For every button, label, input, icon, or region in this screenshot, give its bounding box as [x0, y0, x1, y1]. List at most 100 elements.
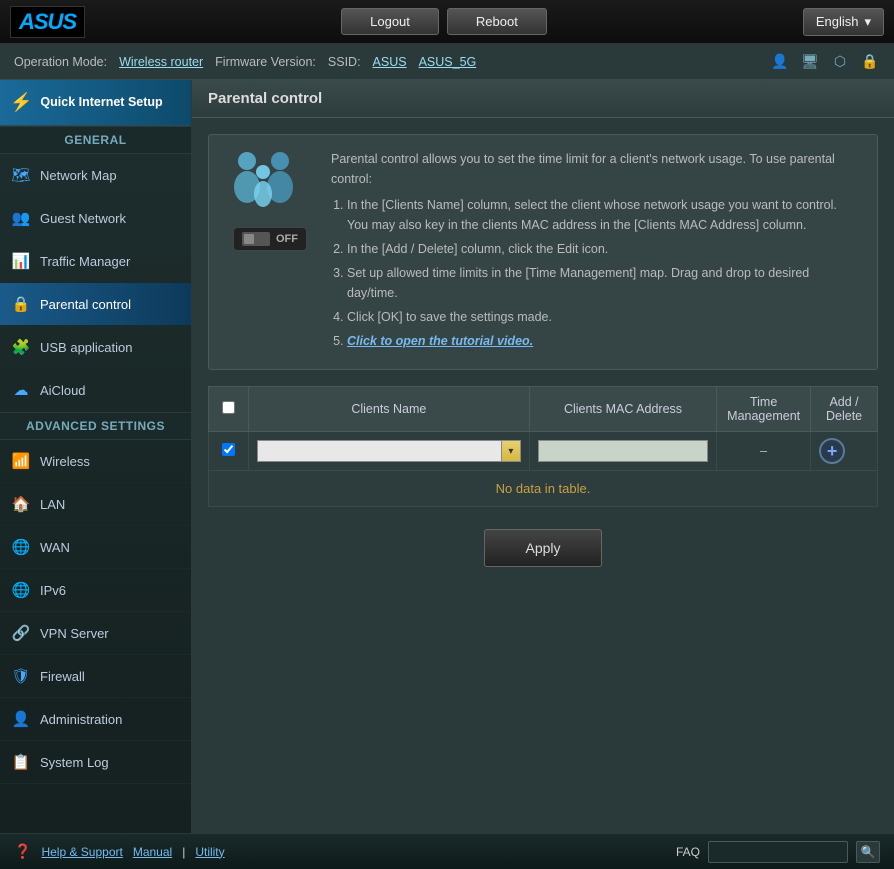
row-mac-cell — [529, 432, 716, 471]
family-svg-icon — [225, 149, 315, 219]
sidebar-item-label: LAN — [40, 497, 65, 512]
sidebar-item-network-map[interactable]: 🗺 Network Map — [0, 154, 191, 197]
content-title: Parental control — [192, 80, 894, 118]
operation-mode-bar: Operation Mode: Wireless router Firmware… — [0, 44, 894, 80]
quick-internet-setup[interactable]: ⚡ Quick Internet Setup — [0, 80, 191, 126]
sidebar-item-administration[interactable]: 👤 Administration — [0, 698, 191, 741]
sidebar-item-aicloud[interactable]: ☁ AiCloud — [0, 369, 191, 412]
sidebar-item-label: System Log — [40, 755, 109, 770]
logout-button[interactable]: Logout — [341, 8, 439, 35]
administration-icon: 👤 — [10, 708, 32, 730]
top-bar: ASUS Logout Reboot English ▾ — [0, 0, 894, 44]
table-no-data-row: No data in table. — [209, 471, 878, 507]
sidebar-item-label: Wireless — [40, 454, 90, 469]
sidebar-item-lan[interactable]: 🏠 LAN — [0, 483, 191, 526]
sidebar-item-wan[interactable]: 🌐 WAN — [0, 526, 191, 569]
chevron-down-icon: ▾ — [864, 14, 871, 30]
col-clients-name: Clients Name — [248, 387, 529, 432]
op-mode-link[interactable]: Wireless router — [119, 55, 203, 69]
tutorial-link[interactable]: Click to open the tutorial video. — [347, 334, 533, 348]
instructions-list: In the [Clients Name] column, select the… — [347, 195, 861, 351]
main-layout: ⚡ Quick Internet Setup General 🗺 Network… — [0, 80, 894, 833]
sidebar-item-label: IPv6 — [40, 583, 66, 598]
sidebar-item-system-log[interactable]: 📋 System Log — [0, 741, 191, 784]
quick-setup-label: Quick Internet Setup — [40, 94, 162, 110]
lock-icon: 🔒 — [860, 52, 880, 72]
sidebar-item-traffic-manager[interactable]: 📊 Traffic Manager — [0, 240, 191, 283]
sidebar: ⚡ Quick Internet Setup General 🗺 Network… — [0, 80, 192, 833]
system-log-icon: 📋 — [10, 751, 32, 773]
ipv6-icon: 🌐 — [10, 579, 32, 601]
content-area: Parental control — [192, 80, 894, 833]
fw-version-prefix: Firmware Version: — [215, 55, 316, 69]
usb-icon: ⬡ — [830, 52, 850, 72]
sidebar-item-guest-network[interactable]: 👥 Guest Network — [0, 197, 191, 240]
client-name-input[interactable] — [257, 440, 501, 462]
client-dropdown-button[interactable]: ▾ — [501, 440, 521, 462]
parental-control-icon: 🔒 — [10, 293, 32, 315]
instruction-3: Set up allowed time limits in the [Time … — [347, 263, 861, 303]
faq-search-input[interactable] — [708, 841, 848, 863]
mac-address-input[interactable] — [538, 440, 708, 462]
language-selector[interactable]: English ▾ — [803, 8, 884, 36]
add-row-button[interactable]: + — [819, 438, 845, 464]
sidebar-item-usb-application[interactable]: 🧩 USB application — [0, 326, 191, 369]
general-section-header: General — [0, 126, 191, 154]
vpn-server-icon: 🔗 — [10, 622, 32, 644]
select-all-checkbox[interactable] — [222, 401, 235, 414]
sidebar-item-label: Administration — [40, 712, 122, 727]
parental-description-box: OFF Parental control allows you to set t… — [208, 134, 878, 370]
no-data-cell: No data in table. — [209, 471, 878, 507]
col-time-management: Time Management — [717, 387, 811, 432]
description-text: Parental control allows you to set the t… — [331, 149, 861, 355]
faq-search-button[interactable]: 🔍 — [856, 841, 880, 863]
sidebar-item-wireless[interactable]: 📶 Wireless — [0, 440, 191, 483]
parental-toggle[interactable]: OFF — [233, 227, 307, 251]
separator: | — [182, 845, 185, 859]
parental-image-area: OFF — [225, 149, 315, 355]
firewall-icon: 🛡 — [10, 665, 32, 687]
row-time-mgmt-cell: – — [717, 432, 811, 471]
asus-logo: ASUS — [10, 6, 85, 38]
sidebar-item-label: USB application — [40, 340, 133, 355]
usb-application-icon: 🧩 — [10, 336, 32, 358]
sidebar-item-vpn-server[interactable]: 🔗 VPN Server — [0, 612, 191, 655]
sidebar-item-firewall[interactable]: 🛡 Firewall — [0, 655, 191, 698]
advanced-section-header: Advanced Settings — [0, 412, 191, 440]
manual-link[interactable]: Manual — [133, 845, 172, 859]
sidebar-item-label: Traffic Manager — [40, 254, 130, 269]
bottom-bar: ❓ Help & Support Manual | Utility FAQ 🔍 — [0, 833, 894, 869]
sidebar-item-label: Guest Network — [40, 211, 126, 226]
table-input-row: ▾ – + — [209, 432, 878, 471]
sidebar-item-label: Network Map — [40, 168, 117, 183]
monitor-icon: 🖥 — [800, 52, 820, 72]
content-inner: OFF Parental control allows you to set t… — [192, 118, 894, 591]
client-dropdown: ▾ — [257, 440, 521, 462]
faq-label: FAQ — [676, 845, 700, 859]
traffic-manager-icon: 📊 — [10, 250, 32, 272]
sidebar-item-parental-control[interactable]: 🔒 Parental control — [0, 283, 191, 326]
instruction-1: In the [Clients Name] column, select the… — [347, 195, 861, 235]
user-icon: 👤 — [770, 52, 790, 72]
ssid-prefix: SSID: — [328, 55, 361, 69]
instruction-2: In the [Add / Delete] column, click the … — [347, 239, 861, 259]
help-support-link[interactable]: Help & Support — [41, 845, 122, 859]
sidebar-item-ipv6[interactable]: 🌐 IPv6 — [0, 569, 191, 612]
ssid1-link[interactable]: ASUS — [373, 55, 407, 69]
row-checkbox[interactable] — [222, 443, 235, 456]
instruction-5: Click to open the tutorial video. — [347, 331, 861, 351]
utility-link[interactable]: Utility — [195, 845, 224, 859]
toggle-label: OFF — [276, 233, 298, 245]
op-bar-icons: 👤 🖥 ⬡ 🔒 — [770, 52, 880, 72]
help-icon: ❓ — [14, 843, 31, 860]
sidebar-item-label: WAN — [40, 540, 70, 555]
row-client-name-cell: ▾ — [248, 432, 529, 471]
reboot-button[interactable]: Reboot — [447, 8, 547, 35]
description-intro: Parental control allows you to set the t… — [331, 149, 861, 189]
aicloud-icon: ☁ — [10, 379, 32, 401]
wireless-icon: 📶 — [10, 450, 32, 472]
table-header-row: Clients Name Clients MAC Address Time Ma… — [209, 387, 878, 432]
ssid2-link[interactable]: ASUS_5G — [419, 55, 477, 69]
apply-button[interactable]: Apply — [484, 529, 601, 567]
quick-setup-icon: ⚡ — [10, 92, 32, 113]
